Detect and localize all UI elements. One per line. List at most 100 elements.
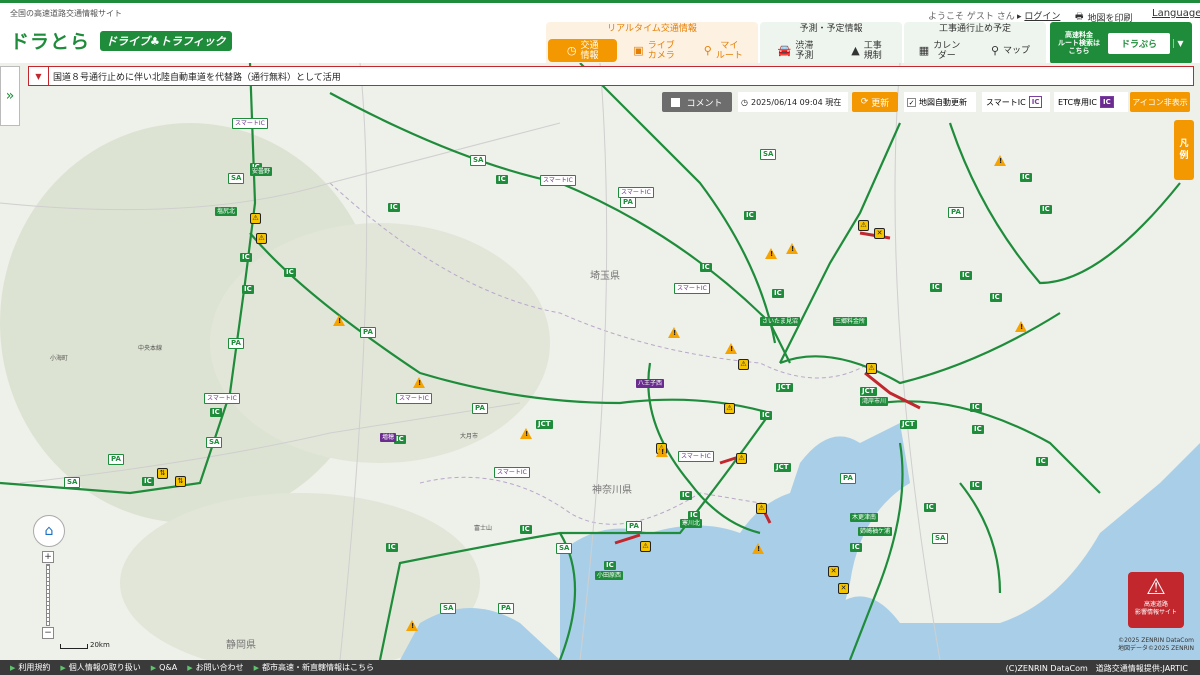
smart-ic-label[interactable]: スマートIC	[396, 393, 432, 404]
chevron-down-icon[interactable]: ▼	[1173, 38, 1187, 48]
ic-marker[interactable]: IC	[990, 293, 1002, 302]
ic-name-label[interactable]: 姉崎袖ケ浦	[858, 527, 893, 536]
ic-marker[interactable]: IC	[242, 285, 254, 294]
pa-marker[interactable]: PA	[620, 197, 636, 208]
construction-warning-icon[interactable]	[765, 248, 777, 259]
ic-marker[interactable]: IC	[284, 268, 296, 277]
auto-update-toggle[interactable]: ✓ 地図自動更新	[904, 92, 976, 112]
pa-marker[interactable]: PA	[948, 207, 964, 218]
pa-marker[interactable]: PA	[108, 454, 124, 465]
ic-name-label[interactable]: 三郷料金所	[833, 317, 868, 326]
congestion-icon[interactable]: ⚠	[756, 503, 767, 514]
nav-construction[interactable]: ▲ 工事 規制	[831, 37, 902, 64]
sa-marker[interactable]: SA	[556, 543, 573, 554]
construction-warning-icon[interactable]	[520, 428, 532, 439]
ic-marker[interactable]: IC	[388, 203, 400, 212]
ic-marker[interactable]: IC	[970, 403, 982, 412]
nav-my-route[interactable]: ⚲ マイ ルート	[689, 37, 758, 64]
ic-marker[interactable]: IC	[520, 525, 532, 534]
ic-marker[interactable]: IC	[760, 411, 772, 420]
accident-icon[interactable]: ✕	[838, 583, 849, 594]
etc-ic-label[interactable]: 八王子西	[636, 379, 665, 388]
ic-marker[interactable]: IC	[972, 425, 984, 434]
construction-warning-icon[interactable]	[786, 243, 798, 254]
construction-warning-icon[interactable]	[994, 155, 1006, 166]
zoom-slider[interactable]	[46, 564, 50, 626]
ic-marker[interactable]: IC	[924, 503, 936, 512]
smart-ic-label[interactable]: スマートIC	[494, 467, 530, 478]
pa-marker[interactable]: PA	[360, 327, 376, 338]
ic-marker[interactable]: IC	[210, 408, 222, 417]
icon-hide-button[interactable]: アイコン非表示	[1130, 92, 1190, 112]
construction-warning-icon[interactable]	[752, 543, 764, 554]
legend-tab[interactable]: 凡 例	[1174, 120, 1194, 180]
ic-name-label[interactable]: 安曇野	[250, 167, 273, 176]
comment-button[interactable]: コメント	[662, 92, 732, 112]
smart-ic-label[interactable]: スマートIC	[678, 451, 714, 462]
sa-marker[interactable]: SA	[932, 533, 949, 544]
congestion-icon[interactable]: ⚠	[736, 453, 747, 464]
notice-bar[interactable]: ▼ 国道８号通行止めに伴い北陸自動車道を代替路（通行無料）として活用	[28, 66, 1194, 86]
footer-link-contact[interactable]: ▶ お問い合わせ	[187, 662, 243, 673]
ic-marker[interactable]: IC	[772, 289, 784, 298]
jct-marker[interactable]: JCT	[536, 420, 553, 429]
construction-warning-icon[interactable]	[333, 315, 345, 326]
ic-name-label[interactable]: 小田原西	[595, 571, 624, 580]
sa-marker[interactable]: SA	[228, 173, 245, 184]
ic-marker[interactable]: IC	[1040, 205, 1052, 214]
sa-marker[interactable]: SA	[64, 477, 81, 488]
construction-warning-icon[interactable]	[1015, 321, 1027, 332]
ic-name-label[interactable]: 木更津南	[850, 513, 879, 522]
ic-marker[interactable]: IC	[744, 211, 756, 220]
congestion-icon[interactable]: ⚠	[738, 359, 749, 370]
jct-marker[interactable]: JCT	[774, 463, 791, 472]
congestion-icon[interactable]: ⚠	[724, 403, 735, 414]
nav-calendar[interactable]: ▦ カレン ダー	[904, 37, 975, 64]
sa-marker[interactable]: SA	[470, 155, 487, 166]
jct-marker[interactable]: JCT	[860, 387, 877, 396]
pa-marker[interactable]: PA	[840, 473, 856, 484]
ic-name-label[interactable]: さいたま見沼	[760, 317, 800, 326]
zoom-out-button[interactable]: −	[42, 627, 54, 639]
zoom-in-button[interactable]: +	[42, 551, 54, 563]
construction-warning-icon[interactable]	[413, 377, 425, 388]
nav-map[interactable]: ⚲ マップ	[975, 37, 1046, 64]
side-panel-toggle[interactable]: »	[0, 66, 20, 126]
ic-marker[interactable]: IC	[496, 175, 508, 184]
pa-marker[interactable]: PA	[626, 521, 642, 532]
nav-traffic-info[interactable]: ◷ 交通 情報	[548, 39, 618, 62]
smart-ic-label[interactable]: スマートIC	[674, 283, 710, 294]
smart-ic-label[interactable]: スマートIC	[540, 175, 576, 186]
footer-link-terms[interactable]: ▶ 利用規約	[10, 662, 50, 673]
nav-live-camera[interactable]: ▣ ライブ カメラ	[619, 37, 688, 64]
smart-ic-label[interactable]: スマートIC	[232, 118, 268, 129]
accident-icon[interactable]: ✕	[828, 566, 839, 577]
ic-marker[interactable]: IC	[930, 283, 942, 292]
nav-congestion-forecast[interactable]: 🚘 渋滞 予測	[760, 37, 831, 64]
ic-name-label[interactable]: 湾岸市川	[860, 397, 889, 406]
ic-marker[interactable]: IC	[1020, 173, 1032, 182]
construction-warning-icon[interactable]	[668, 327, 680, 338]
sa-marker[interactable]: SA	[760, 149, 777, 160]
ic-marker[interactable]: IC	[386, 543, 398, 552]
route-search-banner[interactable]: 高速料金 ルート検索は こちら ドラぷら ▼	[1050, 22, 1192, 64]
ic-marker[interactable]: IC	[680, 491, 692, 500]
footer-link-privacy[interactable]: ▶ 個人情報の取り扱い	[60, 662, 140, 673]
ic-marker[interactable]: IC	[604, 561, 616, 570]
congestion-icon[interactable]: ⚠	[256, 233, 267, 244]
ic-name-label[interactable]: 寒川北	[680, 519, 703, 528]
construction-warning-icon[interactable]	[656, 446, 668, 457]
lane-closure-icon[interactable]: ⇅	[157, 468, 168, 479]
smart-ic-label[interactable]: スマートIC	[618, 187, 654, 198]
congestion-icon[interactable]: ⚠	[858, 220, 869, 231]
chevron-down-icon[interactable]: ▼	[29, 67, 49, 85]
jct-marker[interactable]: JCT	[900, 420, 917, 429]
footer-link-qa[interactable]: ▶ Q&A	[151, 663, 177, 672]
smart-ic-label[interactable]: スマートIC	[204, 393, 240, 404]
refresh-button[interactable]: ⟳ 更新	[852, 92, 898, 112]
checkbox-icon[interactable]: ✓	[907, 97, 916, 107]
accident-icon[interactable]: ✕	[874, 228, 885, 239]
ic-marker[interactable]: IC	[1036, 457, 1048, 466]
pa-marker[interactable]: PA	[498, 603, 514, 614]
ic-name-label[interactable]: 塩尻北	[215, 207, 238, 216]
